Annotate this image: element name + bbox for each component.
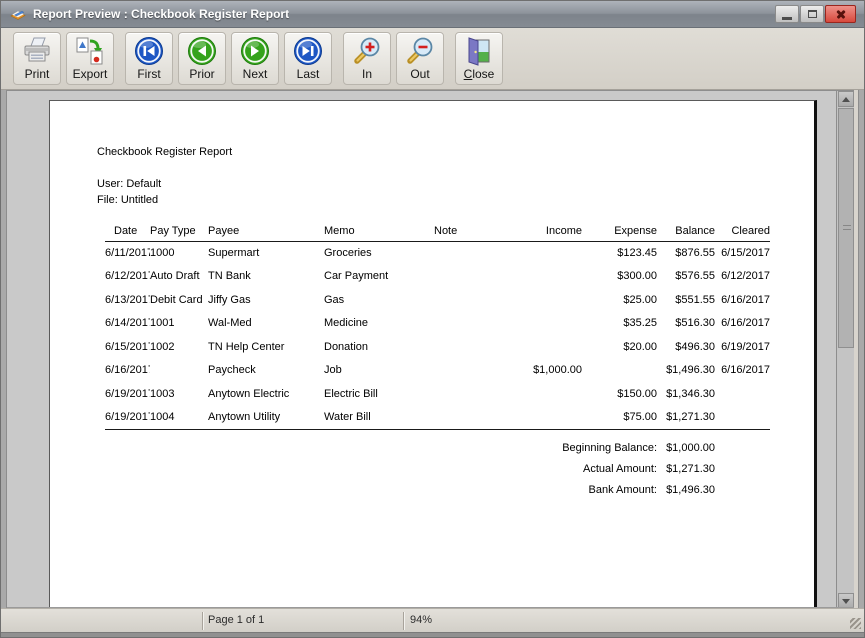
zoom-in-button[interactable]: In [343, 32, 391, 85]
page-info: Page 1 of 1 [208, 614, 264, 626]
col-header-balance: Balance [657, 221, 715, 241]
arrow-down-icon [842, 599, 850, 604]
summary-value: $1,000.00 [657, 442, 715, 454]
table-row: 6/15/20171002TN Help CenterDonation$20.0… [105, 335, 770, 359]
thumb-grip-icon [843, 225, 851, 230]
close-window-button[interactable] [825, 5, 856, 23]
checkbook-app-icon [9, 6, 27, 22]
col-header-cleared: Cleared [715, 221, 770, 241]
prior-page-icon [186, 35, 218, 67]
export-icon [74, 35, 106, 67]
next-page-button[interactable]: Next [231, 32, 279, 85]
summary-value: $1,271.30 [657, 463, 715, 475]
report-page: Checkbook Register Report User: Default … [49, 100, 817, 608]
col-header-payee: Payee [208, 221, 324, 241]
door-close-icon [463, 35, 495, 67]
last-page-icon [292, 35, 324, 67]
statusbar-separator [202, 612, 204, 630]
title-bar: Report Preview : Checkbook Register Repo… [1, 1, 864, 28]
summary-actual-amount: Actual Amount: $1,271.30 [105, 458, 715, 479]
window-frame-right [858, 90, 864, 632]
arrow-up-icon [842, 97, 850, 102]
summary-label: Actual Amount: [105, 463, 657, 475]
summary-label: Beginning Balance: [105, 442, 657, 454]
zoom-out-button[interactable]: Out [396, 32, 444, 85]
col-header-income: Income [514, 221, 582, 241]
window-controls [775, 5, 856, 23]
prior-page-button[interactable]: Prior [178, 32, 226, 85]
close-icon [835, 8, 847, 20]
maximize-button[interactable] [800, 5, 824, 23]
col-header-pay-type: Pay Type [150, 221, 208, 241]
summary-beginning-balance: Beginning Balance: $1,000.00 [105, 437, 715, 458]
toolbar: Print Export [1, 28, 864, 90]
report-preview-pane: Checkbook Register Report User: Default … [7, 90, 854, 608]
table-row: 6/11/20171000SupermartGroceries$123.45$8… [105, 241, 770, 265]
table-row: 6/12/2017Auto DraftTN BankCar Payment$30… [105, 265, 770, 289]
summary-value: $1,496.30 [657, 484, 715, 496]
first-page-label: First [137, 67, 160, 81]
print-icon [21, 35, 53, 67]
report-title: Checkbook Register Report [97, 146, 232, 158]
vertical-scrollbar[interactable] [836, 91, 854, 608]
last-page-button[interactable]: Last [284, 32, 332, 85]
table-row: 6/19/20171004Anytown UtilityWater Bill$7… [105, 406, 770, 430]
register-table: Date Pay Type Payee Memo Note Income Exp… [105, 221, 770, 430]
zoom-out-icon [404, 35, 436, 67]
col-header-expense: Expense [582, 221, 657, 241]
scrollbar-thumb[interactable] [838, 108, 854, 348]
table-row: 6/16/2017PaycheckJob$1,000.00$1,496.306/… [105, 359, 770, 383]
export-button[interactable]: Export [66, 32, 114, 85]
zoom-level: 94% [410, 614, 432, 626]
table-row: 6/13/2017Debit CardJiffy GasGas$25.00$55… [105, 288, 770, 312]
zoom-out-label: Out [410, 67, 429, 81]
window-frame-bottom [1, 632, 864, 638]
minimize-button[interactable] [775, 5, 799, 23]
print-label: Print [25, 67, 50, 81]
scroll-down-button[interactable] [838, 593, 854, 608]
next-page-label: Next [243, 67, 268, 81]
report-summary: Beginning Balance: $1,000.00 Actual Amou… [105, 437, 715, 500]
status-bar: Page 1 of 1 94% [1, 608, 864, 632]
scroll-up-button[interactable] [838, 91, 854, 107]
report-user-line: User: Default [97, 178, 161, 190]
report-file-line: File: Untitled [97, 194, 158, 206]
zoom-in-icon [351, 35, 383, 67]
statusbar-separator [403, 612, 405, 630]
next-page-icon [239, 35, 271, 67]
export-label: Export [73, 67, 108, 81]
col-header-memo: Memo [324, 221, 434, 241]
last-page-label: Last [297, 67, 320, 81]
summary-bank-amount: Bank Amount: $1,496.30 [105, 479, 715, 500]
prior-page-label: Prior [189, 67, 214, 81]
print-button[interactable]: Print [13, 32, 61, 85]
close-preview-label: Close [464, 67, 495, 81]
close-preview-button[interactable]: Close [455, 32, 503, 85]
table-header-row: Date Pay Type Payee Memo Note Income Exp… [105, 221, 770, 241]
table-row: 6/14/20171001Wal-MedMedicine$35.25$516.3… [105, 312, 770, 336]
table-row: 6/19/20171003Anytown ElectricElectric Bi… [105, 382, 770, 406]
first-page-button[interactable]: First [125, 32, 173, 85]
zoom-in-label: In [362, 67, 372, 81]
first-page-icon [133, 35, 165, 67]
maximize-icon [808, 10, 817, 18]
window-title: Report Preview : Checkbook Register Repo… [33, 7, 289, 21]
summary-label: Bank Amount: [105, 484, 657, 496]
report-preview-window: Report Preview : Checkbook Register Repo… [0, 0, 865, 638]
resize-grip[interactable] [850, 618, 861, 629]
minimize-icon [782, 17, 792, 20]
col-header-note: Note [434, 221, 514, 241]
col-header-date: Date [105, 221, 150, 241]
